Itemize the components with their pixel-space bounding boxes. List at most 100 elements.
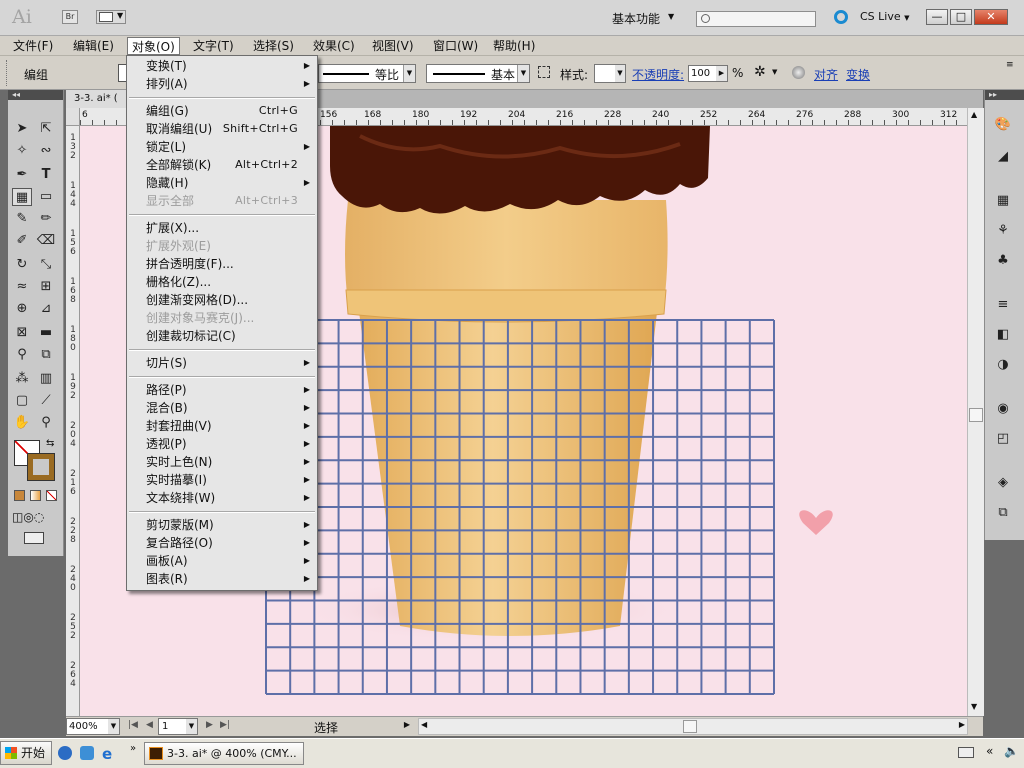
rotate-tool-icon[interactable]: ↻ [12, 256, 32, 274]
first-artboard-icon[interactable]: |◀ [128, 720, 138, 730]
scroll-up-arrow-icon[interactable]: ▲ [971, 110, 977, 119]
next-artboard-icon[interactable]: ▶ [206, 720, 213, 730]
media-player-icon[interactable] [58, 746, 72, 760]
object-menu-item[interactable]: 拼合透明度(F)... [128, 255, 316, 273]
object-menu-item[interactable]: 文本绕排(W) ▶ [128, 489, 316, 507]
swap-fill-stroke-icon[interactable]: ⇆ [46, 438, 54, 449]
transparency-panel-icon[interactable]: ◑ [993, 356, 1013, 374]
align-link[interactable]: 对齐 [814, 66, 838, 83]
object-menu-item[interactable]: 栅格化(Z)... [128, 273, 316, 291]
screen-mode-icon[interactable] [24, 532, 44, 544]
object-menu-item[interactable]: 剪切蒙版(M) ▶ [128, 516, 316, 534]
stroke-panel-icon[interactable]: ≡ [993, 296, 1013, 314]
help-search-input[interactable] [696, 11, 816, 27]
close-button[interactable]: ✕ [974, 9, 1008, 25]
menu-window[interactable]: 窗口(W) [429, 37, 482, 55]
object-menu-item[interactable]: 排列(A) ▶ [128, 75, 316, 93]
menu-help[interactable]: 帮助(H) [489, 37, 539, 55]
object-menu-item[interactable]: 锁定(L) ▶ [128, 138, 316, 156]
ruler-origin[interactable] [66, 108, 80, 126]
object-menu-item[interactable]: 混合(B) ▶ [128, 399, 316, 417]
internet-explorer-icon[interactable]: e [102, 745, 112, 763]
slice-tool-icon[interactable]: ⟋ [36, 392, 56, 410]
desktop-icon[interactable] [80, 746, 94, 760]
gradient-panel-icon[interactable]: ◧ [993, 326, 1013, 344]
graphic-styles-panel-icon[interactable]: ◰ [993, 430, 1013, 448]
blob-brush-tool-icon[interactable]: ✐ [12, 232, 32, 250]
transform-link[interactable]: 变换 [846, 66, 870, 83]
color-mode-icon[interactable] [14, 490, 25, 501]
recolor-artwork-icon[interactable]: ✲ [754, 64, 766, 80]
object-menu-item[interactable]: 实时描摹(I) ▶ [128, 471, 316, 489]
brush-options-icon[interactable] [538, 66, 550, 78]
layers-panel-icon[interactable]: ◈ [993, 474, 1013, 492]
object-menu-item[interactable]: 路径(P) ▶ [128, 381, 316, 399]
keyboard-icon[interactable] [958, 747, 974, 758]
stroke-profile-select[interactable]: 等比 ▼ [318, 64, 416, 83]
scale-tool-icon[interactable]: ⤡ [36, 256, 56, 274]
object-menu-item[interactable]: 变换(T) ▶ [128, 57, 316, 75]
color-guide-panel-icon[interactable]: ◢ [993, 148, 1013, 166]
artboard-tool-icon[interactable]: ▢ [12, 392, 32, 410]
tray-expand-icon[interactable]: « [986, 744, 993, 758]
volume-icon[interactable]: 🔈 [1004, 744, 1019, 758]
rectangular-grid-tool-icon[interactable]: ▦ [12, 188, 32, 206]
graphic-style-select[interactable]: ▼ [594, 64, 626, 83]
brush-select[interactable]: 基本 ▼ [426, 64, 530, 83]
workspace-switcher[interactable]: 基本功能 ▼ [612, 10, 682, 26]
scroll-left-arrow-icon[interactable]: ◀ [421, 720, 427, 729]
brushes-panel-icon[interactable]: ⚘ [993, 222, 1013, 240]
object-menu-item[interactable]: 隐藏(H) ▶ [128, 174, 316, 192]
artboards-panel-icon[interactable]: ⧉ [993, 504, 1013, 522]
menu-select[interactable]: 选择(S) [249, 37, 298, 55]
menu-type[interactable]: 文字(T) [189, 37, 238, 55]
warp-tool-icon[interactable]: ≈ [12, 278, 32, 296]
object-menu-item[interactable]: 切片(S) ▶ [128, 354, 316, 372]
symbols-panel-icon[interactable]: ♣ [993, 252, 1013, 270]
type-tool-icon[interactable]: T [36, 166, 56, 184]
eraser-tool-icon[interactable]: ⌫ [36, 232, 56, 250]
tools-panel-header[interactable]: ◂◂ [8, 90, 63, 100]
object-menu-item[interactable]: 复合路径(O) ▶ [128, 534, 316, 552]
rectangle-tool-icon[interactable]: ▭ [36, 188, 56, 206]
object-menu-item[interactable]: 编组(G) Ctrl+G [128, 102, 316, 120]
magic-wand-tool-icon[interactable]: ✧ [12, 142, 32, 160]
object-menu-item[interactable]: 创建裁切标记(C) [128, 327, 316, 345]
swatches-panel-icon[interactable]: ▦ [993, 192, 1013, 210]
direct-selection-tool-icon[interactable]: ⇱ [36, 120, 56, 138]
free-transform-tool-icon[interactable]: ⊞ [36, 278, 56, 296]
h-scroll-thumb[interactable] [683, 720, 697, 733]
cs-live-button[interactable]: CS Live ▼ [860, 10, 914, 26]
column-graph-tool-icon[interactable]: ▥ [36, 370, 56, 388]
arrange-documents-button[interactable]: ▼ [96, 10, 126, 24]
menu-effect[interactable]: 效果(C) [309, 37, 359, 55]
horizontal-scrollbar[interactable]: ◀ ▶ [418, 718, 968, 735]
taskbar-task-illustrator[interactable]: 3-3. ai* @ 400% (CMY... [144, 742, 304, 765]
object-menu-item[interactable]: 实时上色(N) ▶ [128, 453, 316, 471]
control-bar-grip[interactable] [6, 60, 9, 86]
zoom-tool-icon[interactable]: ⚲ [36, 414, 56, 432]
pen-tool-icon[interactable]: ✒ [12, 166, 32, 184]
vertical-ruler[interactable]: 1 3 2 1 4 4 1 5 6 1 6 8 1 8 0 1 9 2 2 0 … [66, 126, 80, 716]
isolation-mode-icon[interactable] [792, 66, 805, 79]
perspective-grid-tool-icon[interactable]: ⊿ [36, 300, 56, 318]
menu-object[interactable]: 对象(O) [127, 37, 180, 55]
hand-tool-icon[interactable]: ✋ [12, 414, 32, 432]
eyedropper-tool-icon[interactable]: ⚲ [12, 346, 32, 364]
blend-tool-icon[interactable]: ⧉ [36, 346, 56, 364]
color-panel-icon[interactable]: 🎨 [993, 116, 1013, 134]
bridge-button[interactable]: Br [62, 10, 78, 24]
prev-artboard-icon[interactable]: ◀ [146, 720, 153, 730]
object-menu-item[interactable]: 图表(R) ▶ [128, 570, 316, 588]
minimize-button[interactable]: — [926, 9, 948, 25]
opacity-label[interactable]: 不透明度: [632, 66, 684, 83]
object-menu-item[interactable]: 扩展(X)... [128, 219, 316, 237]
scroll-right-arrow-icon[interactable]: ▶ [959, 720, 965, 729]
gradient-mode-icon[interactable] [30, 490, 41, 501]
none-mode-icon[interactable] [46, 490, 57, 501]
pencil-tool-icon[interactable]: ✏ [36, 210, 56, 228]
object-menu-item[interactable]: 创建渐变网格(D)... [128, 291, 316, 309]
object-menu-item[interactable]: 全部解锁(K) Alt+Ctrl+2 [128, 156, 316, 174]
last-artboard-icon[interactable]: ▶| [220, 720, 230, 730]
artboard-number-input[interactable]: 1 ▼ [158, 718, 198, 735]
